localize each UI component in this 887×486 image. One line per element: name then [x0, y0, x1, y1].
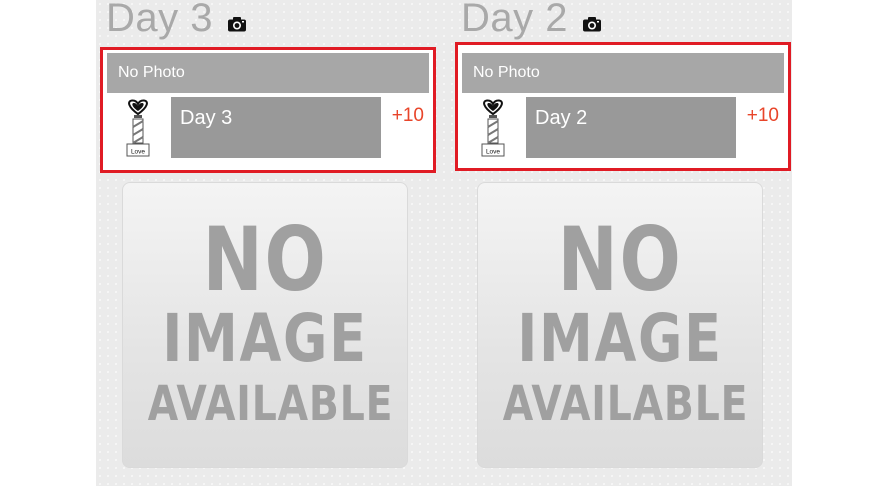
no-image-text-line2: IMAGE — [517, 300, 723, 377]
day-title: Day 2 — [461, 0, 568, 40]
day-header: Day 2 — [461, 0, 602, 42]
card-status-bar: No Photo — [107, 53, 429, 93]
love-trophy-icon[interactable]: Love — [478, 99, 508, 159]
no-image-placeholder[interactable]: NO IMAGE AVAILABLE — [477, 182, 763, 468]
camera-icon[interactable] — [582, 16, 602, 32]
no-image-placeholder[interactable]: NO IMAGE AVAILABLE — [122, 182, 408, 468]
day-column: Day 2 No Photo Love Day 2 +10 NO IMAGE A… — [455, 0, 795, 486]
avatar-caption: Love — [131, 149, 145, 156]
photo-card: No Photo Love Day 2 +10 — [462, 53, 784, 159]
photo-card-highlighted[interactable]: No Photo Love Day 2 +10 — [455, 42, 791, 171]
photo-card: No Photo Love Day 3 +10 — [107, 53, 429, 158]
card-name: Day 2 — [526, 97, 736, 158]
day-column: Day 3 No Photo Love Day 3 +10 NO IMAGE A… — [100, 0, 440, 486]
no-image-text-line1: NO — [557, 208, 683, 311]
day-header: Day 3 — [106, 0, 247, 42]
love-trophy-icon[interactable]: Love — [123, 99, 153, 159]
avatar-caption: Love — [486, 149, 500, 156]
no-image-text-line1: NO — [202, 208, 328, 311]
card-points: +10 — [746, 105, 779, 126]
no-image-text-line3: AVAILABLE — [502, 376, 749, 432]
no-image-text-line3: AVAILABLE — [147, 376, 394, 432]
photo-card-highlighted[interactable]: No Photo Love Day 3 +10 — [100, 47, 436, 173]
card-points: +10 — [391, 105, 424, 126]
day-title: Day 3 — [106, 0, 213, 40]
no-image-text-line2: IMAGE — [162, 300, 368, 377]
card-status-bar: No Photo — [462, 53, 784, 93]
camera-icon[interactable] — [227, 16, 247, 32]
card-name: Day 3 — [171, 97, 381, 158]
